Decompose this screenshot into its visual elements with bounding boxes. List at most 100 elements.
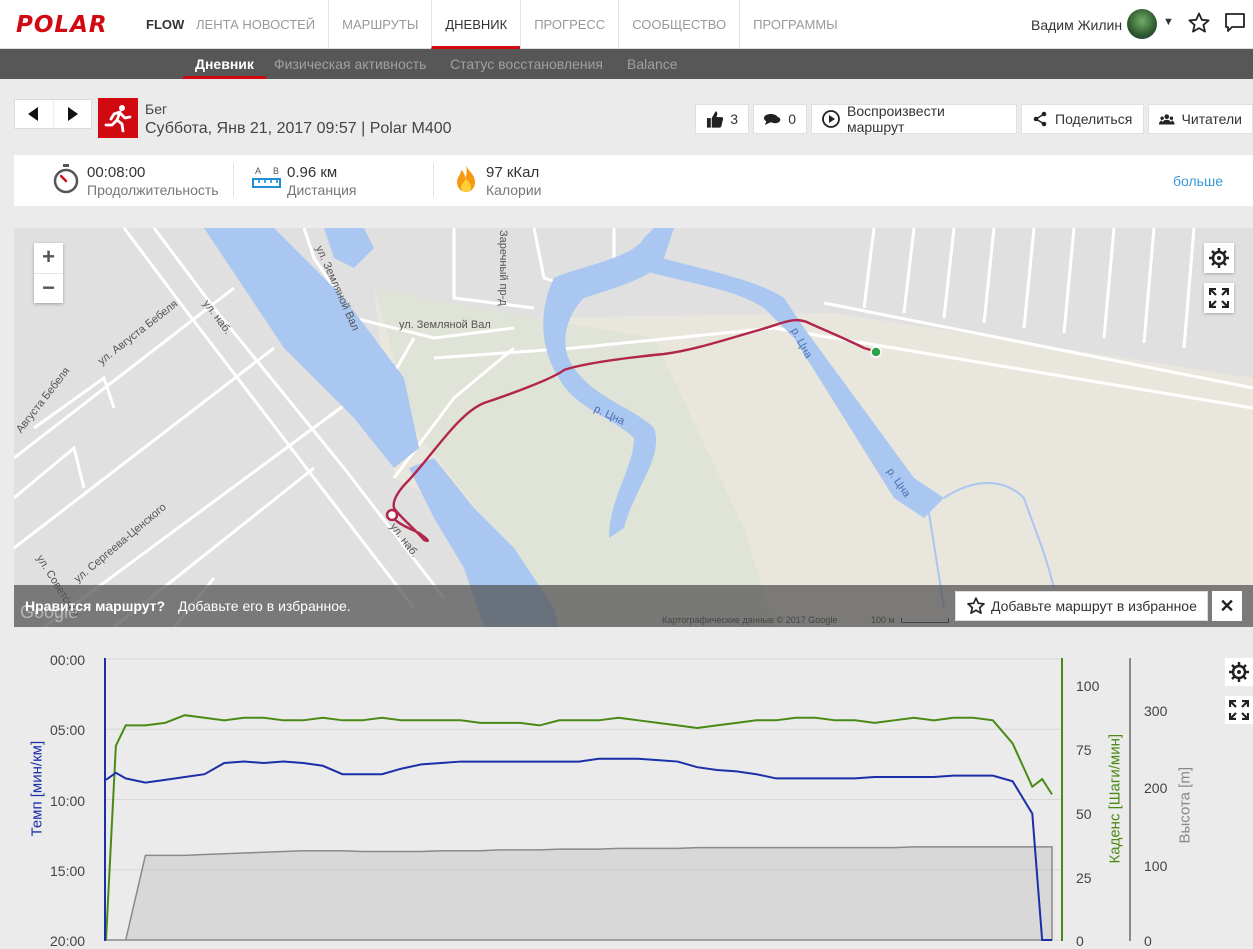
nav-news-feed[interactable]: ЛЕНТА НОВОСТЕЙ xyxy=(183,0,328,49)
altitude-tick: 100 xyxy=(1144,858,1168,874)
cadence-tick: 100 xyxy=(1076,678,1100,694)
chart-settings-button[interactable] xyxy=(1225,658,1253,686)
share-label: Поделиться xyxy=(1055,111,1133,127)
divider xyxy=(233,163,234,197)
pace-tick: 00:00 xyxy=(50,652,86,668)
cadence-tick: 25 xyxy=(1076,870,1092,886)
route-end-marker xyxy=(385,508,399,522)
nav-routes[interactable]: МАРШРУТЫ xyxy=(328,0,431,49)
map-scale-bar xyxy=(901,618,949,623)
gear-icon xyxy=(1209,248,1229,268)
star-icon[interactable] xyxy=(1187,11,1211,40)
arrow-left-icon xyxy=(27,107,38,121)
people-icon xyxy=(1159,114,1175,125)
altitude-series xyxy=(106,846,1053,941)
avatar[interactable] xyxy=(1127,9,1157,39)
route-start-marker xyxy=(870,346,882,358)
distance-stat: A B 0.96 км Дистанция xyxy=(252,162,422,198)
add-favorite-label: Добавьте маршрут в избранное xyxy=(991,598,1197,614)
arrow-right-icon xyxy=(68,107,79,121)
divider xyxy=(433,163,434,197)
pace-tick: 20:00 xyxy=(50,933,86,949)
calories-value: 97 кКал xyxy=(486,164,540,181)
message-icon[interactable] xyxy=(1224,12,1246,39)
add-favorite-button[interactable]: Добавьте маршрут в избранное xyxy=(955,591,1208,621)
zoom-out-button[interactable]: − xyxy=(34,273,63,303)
play-circle-icon xyxy=(822,110,840,128)
pace-tick: 05:00 xyxy=(50,722,86,738)
altitude-tick: 300 xyxy=(1144,703,1168,719)
sub-nav: Дневник Физическая активность Статус вос… xyxy=(0,49,1253,79)
thumbs-up-icon xyxy=(706,110,724,128)
session-chart[interactable] xyxy=(0,640,1253,946)
chevron-down-icon[interactable]: ▼ xyxy=(1163,16,1174,28)
more-link[interactable]: больше xyxy=(1173,173,1223,189)
distance-icon-b: B xyxy=(273,166,279,176)
flame-icon xyxy=(457,165,475,192)
altitude-axis-label: Высота [m] xyxy=(1176,766,1194,844)
altitude-tick: 200 xyxy=(1144,780,1168,796)
duration-label: Продолжительность xyxy=(87,182,219,198)
map-scale-label: 100 м xyxy=(871,615,895,625)
subnav-balance[interactable]: Balance xyxy=(615,49,690,79)
distance-label: Дистанция xyxy=(287,182,357,198)
nav-diary[interactable]: ДНЕВНИК xyxy=(431,0,521,49)
cadence-axis-label: Каденс [Шаги/мин] xyxy=(1106,733,1124,864)
comments-button[interactable]: 0 xyxy=(753,104,807,134)
map-attribution[interactable]: Картографические данные © 2017 Google xyxy=(662,615,837,625)
favorite-text: Добавьте его в избранное. xyxy=(178,598,351,614)
next-session-button[interactable] xyxy=(52,100,92,128)
map-label: Заречный пр-д xyxy=(497,230,509,306)
replay-route-label: Воспроизвести маршрут xyxy=(846,103,945,135)
session-date: Суббота, Янв 21, 2017 09:57 | Polar M400 xyxy=(145,120,452,137)
nav-community[interactable]: СООБЩЕСТВО xyxy=(618,0,739,49)
like-button[interactable]: 3 xyxy=(695,104,749,134)
nav-progress[interactable]: ПРОГРЕСС xyxy=(520,0,618,49)
followers-button[interactable]: Читатели xyxy=(1148,104,1253,134)
replay-route-button[interactable]: Воспроизвести маршрут xyxy=(811,103,1017,135)
pace-tick: 15:00 xyxy=(50,863,86,879)
distance-value: 0.96 км xyxy=(287,164,338,181)
share-button[interactable]: Поделиться xyxy=(1021,104,1144,134)
map-fullscreen-button[interactable] xyxy=(1204,283,1234,313)
fullscreen-icon xyxy=(1229,700,1249,720)
user-name[interactable]: Вадим Жилин xyxy=(1031,17,1122,33)
duration-stat: 00:08:00 Продолжительность xyxy=(52,162,232,198)
comment-icon xyxy=(764,113,781,126)
cadence-tick: 75 xyxy=(1076,742,1092,758)
calories-label: Калории xyxy=(486,182,542,198)
share-icon xyxy=(1033,111,1047,127)
top-bar: POLAR FLOW ЛЕНТА НОВОСТЕЙ МАРШРУТЫ ДНЕВН… xyxy=(0,0,1253,49)
zoom-control: + − xyxy=(34,243,63,303)
ruler-icon: A B xyxy=(252,166,281,188)
pace-tick: 10:00 xyxy=(50,793,86,809)
subnav-recovery[interactable]: Статус восстановления xyxy=(438,49,615,79)
map-settings-button[interactable] xyxy=(1204,243,1234,273)
gear-icon xyxy=(1229,662,1249,682)
stopwatch-icon xyxy=(53,164,79,194)
zoom-in-button[interactable]: + xyxy=(34,243,63,273)
polar-logo[interactable]: POLAR xyxy=(16,12,108,38)
main-nav: ЛЕНТА НОВОСТЕЙ МАРШРУТЫ ДНЕВНИК ПРОГРЕСС… xyxy=(183,0,851,49)
subnav-diary[interactable]: Дневник xyxy=(183,49,266,79)
prev-session-button[interactable] xyxy=(15,100,53,128)
comment-count: 0 xyxy=(788,111,796,127)
star-icon xyxy=(967,597,985,614)
running-icon xyxy=(98,98,138,138)
route-map[interactable]: ул. Земляной Вал ул. Земляной Вал Заречн… xyxy=(14,228,1253,627)
favorite-route-bar: Google Нравится маршрут? Добавьте его в … xyxy=(14,585,1253,627)
chart-fullscreen-button[interactable] xyxy=(1225,696,1253,724)
session-summary: 00:08:00 Продолжительность A B 0.96 км Д… xyxy=(14,155,1253,206)
chart-area: 00:00 05:00 10:00 15:00 20:00 100 75 50 … xyxy=(0,640,1253,949)
flow-label: FLOW xyxy=(146,17,185,32)
nav-programs[interactable]: ПРОГРАММЫ xyxy=(739,0,851,49)
cadence-tick: 50 xyxy=(1076,806,1092,822)
subnav-activity[interactable]: Физическая активность xyxy=(262,49,438,79)
close-button[interactable]: ✕ xyxy=(1212,591,1242,621)
favorite-question: Нравится маршрут? xyxy=(25,598,166,614)
map-label: ул. Земляной Вал xyxy=(399,319,491,331)
pace-axis-label: Темп [мин/км] xyxy=(28,740,46,837)
fullscreen-icon xyxy=(1209,288,1229,308)
map-canvas xyxy=(14,228,1253,627)
cadence-tick: 0 xyxy=(1076,933,1084,949)
